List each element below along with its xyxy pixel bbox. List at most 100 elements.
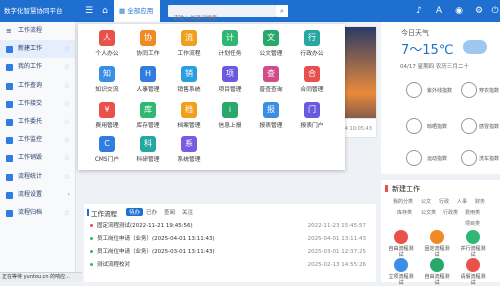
menu-icon[interactable]: ☰ (82, 4, 96, 18)
app-personal-office[interactable]: 人个人办公 (87, 30, 127, 57)
app-label: 报表管理 (259, 123, 283, 129)
tab-todo[interactable]: 待办 (126, 208, 144, 216)
app-survey-query[interactable]: 查普查查询 (251, 66, 291, 93)
app-report-portal[interactable]: 门报表门户 (292, 102, 332, 129)
star-icon[interactable]: ☆ (64, 58, 70, 76)
app-document[interactable]: 文公文管理 (251, 30, 291, 57)
star-icon[interactable]: ☆ (64, 204, 70, 222)
app-collaboration[interactable]: 协协同工作 (128, 30, 168, 57)
search-icon[interactable]: ⌕ (276, 5, 288, 17)
tab-inventory[interactable]: 库存类 (397, 209, 412, 216)
all-apps-tab[interactable]: ▦ 全部应用 (114, 0, 160, 22)
sidebar-item-stats[interactable]: 流程统计 ☆ (0, 168, 75, 186)
sidebar-item-query[interactable]: 工作查询 ☆ (0, 77, 75, 95)
app-system[interactable]: 系系统管理 (169, 136, 209, 163)
app-inventory[interactable]: 库库存管理 (128, 102, 168, 129)
new-work-app-label: 自由流程测试 (424, 274, 450, 286)
cloud-icon (463, 40, 487, 54)
workflow-row[interactable]: 测试流程校对 2025-02-13 14:55:26 (90, 260, 372, 271)
app-admin-office[interactable]: 行行政办公 (292, 30, 332, 57)
sidebar-item-label: 流程统计 (18, 172, 43, 180)
app-plan-task[interactable]: 计计划任务 (210, 30, 250, 57)
sidebar-item-label: 工作监控 (18, 136, 43, 144)
app-sales[interactable]: 销销售系统 (169, 66, 209, 93)
app-expense[interactable]: ¥ 费用管理 (87, 102, 127, 129)
star-icon[interactable]: ☆ (64, 77, 70, 95)
app-project[interactable]: 项项目管理 (210, 66, 250, 93)
app-workflow[interactable]: 流工作流程 (169, 30, 209, 57)
app-research[interactable]: 科科研管理 (128, 136, 168, 163)
app-cms-portal[interactable]: C CMS门户 (87, 136, 127, 163)
tab-hr[interactable]: 人事 (457, 198, 467, 205)
sun-icon (406, 118, 422, 134)
new-work-app[interactable]: 并行流程测试 (459, 230, 487, 258)
app-archive[interactable]: 档档案管理 (169, 102, 209, 129)
clothes-icon (461, 82, 477, 98)
new-work-app[interactable]: 自由流程测试 (387, 230, 415, 258)
tab-document[interactable]: 公文 (421, 198, 431, 205)
sidebar-item-new-work[interactable]: 新建工作 ☆ (0, 40, 75, 59)
app-knowledge[interactable]: 知知识交流 (87, 66, 127, 93)
new-work-app[interactable]: 固定流程测试 (423, 230, 451, 258)
app-info-report[interactable]: i 信息上报 (210, 102, 250, 129)
new-work-app-label: 请假流程测试 (460, 274, 486, 286)
flow-icon (394, 230, 408, 244)
home-icon[interactable]: ⌂ (98, 4, 112, 18)
weather-temp: 7～15℃ (401, 43, 454, 58)
star-icon[interactable]: ☆ (64, 168, 70, 186)
weibo-icon[interactable]: ◉ (452, 4, 466, 18)
sidebar: ≡ 工作流程 新建工作 ☆ 我的工作 ☆ 工作查询 ☆ 工作接交 ☆ 工作委托 ☆ 工作监控… (0, 22, 76, 282)
sidebar-item-delegate[interactable]: 工作委托 ☆ (0, 113, 75, 131)
sidebar-item-monitor[interactable]: 工作监控 ☆ (0, 131, 75, 149)
status-dot (90, 237, 93, 240)
new-work-panel: 新建工作 我的分类 公文 行政 人事 财务 库存类 公文类 行政类 费用类 项目… (381, 180, 500, 286)
tab-done[interactable]: 已办 (146, 208, 157, 216)
weather-item-label: 洗车指数 (479, 156, 500, 162)
status-dot (90, 263, 93, 266)
star-icon[interactable]: ☆ (64, 40, 70, 58)
app-contract[interactable]: 合合同管理 (292, 66, 332, 93)
workflow-row[interactable]: 员工岗位申请（业务）(2025-03-01 13:11:43) 2025-03-0… (90, 247, 372, 258)
status-dot (90, 224, 93, 227)
workflow-row[interactable]: 员工岗位申请（业务）(2025-04-01 13:11:43) 2025-04-0… (90, 234, 372, 245)
sidebar-item-destroy[interactable]: 工作销毁 ☆ (0, 149, 75, 167)
sidebar-item-settings[interactable]: 流程设置 › (0, 186, 75, 204)
tab-project-type[interactable]: 项目类 (465, 220, 480, 227)
tab-document-type[interactable]: 公文类 (421, 209, 436, 216)
new-work-app-label: 固定流程测试 (424, 246, 450, 258)
workflow-row[interactable]: 固定流程测试(2022-11-21 19:45:56) 2022-11-23 15… (90, 221, 372, 232)
app-label: 人事管理 (136, 87, 160, 93)
sidebar-item-archive[interactable]: 流程归档 ☆ (0, 204, 75, 222)
weather-title: 今日天气 (401, 29, 429, 37)
trash-icon (6, 155, 13, 163)
star-icon[interactable]: ☆ (64, 113, 70, 131)
font-size-icon[interactable]: A (432, 4, 446, 18)
star-icon[interactable]: ☆ (64, 95, 70, 113)
sidebar-item-my-work[interactable]: 我的工作 ☆ (0, 58, 75, 76)
tab-finance[interactable]: 财务 (475, 198, 485, 205)
workflow-icon: 流 (181, 30, 197, 46)
search-icon (6, 82, 13, 90)
bell-icon[interactable]: ♪ (412, 4, 426, 18)
settings-icon[interactable]: ⚙ (472, 4, 486, 18)
app-label: 个人办公 (95, 51, 119, 57)
tab-expense-type[interactable]: 费用类 (465, 209, 480, 216)
research-icon: 科 (140, 136, 156, 152)
sidebar-item-label: 流程设置 (18, 190, 43, 198)
app-label: 公文管理 (259, 51, 283, 57)
briefcase-icon: 行 (304, 30, 320, 46)
uv-icon (406, 82, 422, 98)
tab-admin[interactable]: 行政 (439, 198, 449, 205)
app-report[interactable]: 报报表管理 (251, 102, 291, 129)
tab-admin-type[interactable]: 行政类 (443, 209, 458, 216)
search-box[interactable] (168, 5, 276, 25)
power-icon[interactable]: ⏻ (488, 4, 500, 18)
star-icon[interactable]: ☆ (64, 149, 70, 167)
star-icon[interactable]: ☆ (64, 131, 70, 149)
sidebar-item-handover[interactable]: 工作接交 ☆ (0, 95, 75, 113)
tab-follow[interactable]: 关注 (182, 208, 193, 216)
app-hr[interactable]: H 人事管理 (128, 66, 168, 93)
tab-my-category[interactable]: 我的分类 (393, 198, 413, 205)
sidebar-item-workflow[interactable]: ≡ 工作流程 (0, 22, 75, 40)
tab-read[interactable]: 查阅 (164, 208, 175, 216)
